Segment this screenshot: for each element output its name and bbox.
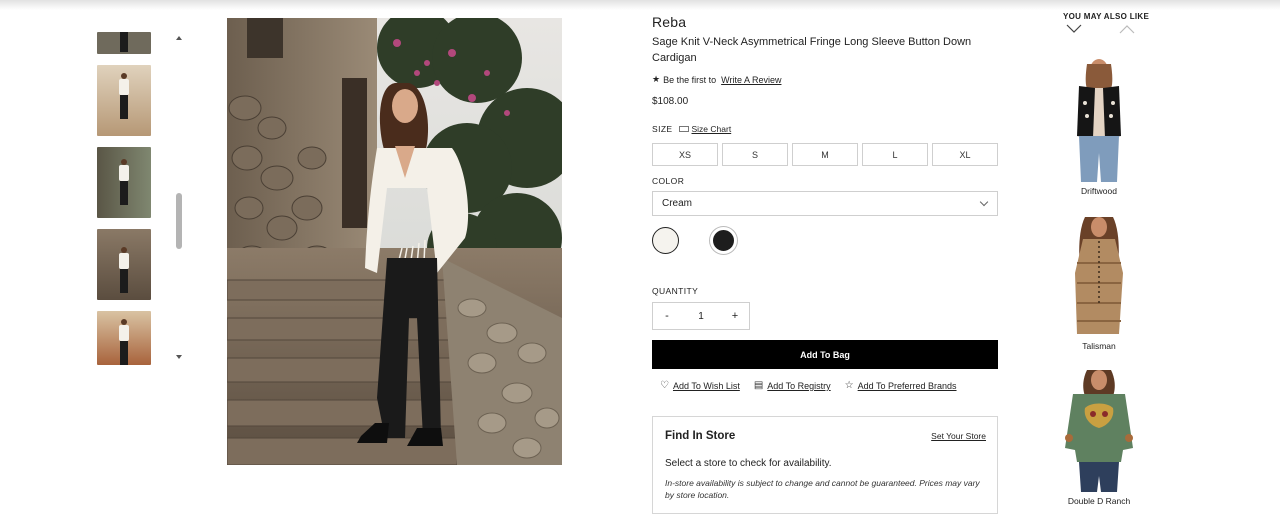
quantity-stepper: - 1 + (652, 302, 750, 330)
top-shadow (0, 0, 1280, 10)
color-selected-value: Cream (662, 198, 693, 209)
star-outline-icon: ☆ (844, 380, 854, 391)
recommendation-image[interactable] (1057, 213, 1141, 337)
product-name: Sage Knit V-Neck Asymmetrical Fringe Lon… (652, 36, 972, 64)
recommendation-item[interactable]: Double D Ranch (1057, 368, 1141, 506)
size-xl-button[interactable]: XL (932, 143, 998, 166)
quantity-value[interactable]: 1 (681, 311, 721, 322)
preferred-brands-label: Add To Preferred Brands (857, 381, 957, 391)
size-xs-button[interactable]: XS (652, 143, 718, 166)
size-section-label: SIZE Size Chart (652, 124, 731, 134)
recommendation-name: Double D Ranch (1067, 496, 1131, 506)
star-icon: ★ (652, 74, 661, 84)
thumbnail-3[interactable] (97, 147, 151, 218)
size-s-button[interactable]: S (722, 143, 788, 166)
thumbnail-5[interactable] (97, 311, 151, 365)
chevron-down-icon (979, 197, 989, 207)
add-to-preferred-brands-link[interactable]: ☆ Add To Preferred Brands (844, 380, 957, 392)
recommendation-image[interactable] (1057, 368, 1141, 492)
recommendation-name: Driftwood (1081, 186, 1117, 196)
find-in-store-title: Find In Store (665, 430, 736, 442)
chevron-up-icon[interactable] (1119, 24, 1135, 34)
recommendation-image[interactable] (1057, 58, 1141, 182)
heart-icon: ♡ (660, 380, 669, 391)
add-to-bag-button[interactable]: Add To Bag (652, 340, 998, 369)
recommendation-item[interactable]: Talisman (1057, 213, 1141, 351)
thumbnail-1[interactable] (97, 32, 151, 54)
scroll-up-arrow-icon[interactable] (176, 36, 182, 40)
product-price: $108.00 (652, 96, 689, 107)
quantity-decrease-button[interactable]: - (653, 303, 681, 329)
size-chart-link[interactable]: Size Chart (678, 124, 732, 134)
add-to-registry-link[interactable]: ▤ Add To Registry (753, 380, 831, 392)
thumbnail-rail (97, 32, 187, 367)
color-swatch-black[interactable] (710, 227, 737, 254)
review-prefix: Be the first to (663, 74, 717, 85)
scrollbar-handle[interactable] (176, 193, 182, 249)
gift-icon: ▤ (753, 380, 764, 391)
registry-label: Add To Registry (767, 381, 831, 391)
color-label: COLOR (652, 176, 685, 186)
find-in-store-panel: Find In Store Set Your Store Select a st… (652, 416, 998, 514)
recommendation-name: Talisman (1082, 341, 1116, 351)
color-swatch-cream[interactable] (652, 227, 679, 254)
size-m-button[interactable]: M (792, 143, 858, 166)
color-dropdown[interactable]: Cream (652, 191, 998, 216)
chevron-down-icon[interactable] (1066, 24, 1082, 34)
set-your-store-link[interactable]: Set Your Store (931, 431, 986, 441)
quantity-increase-button[interactable]: + (721, 303, 749, 329)
review-line: ★ Be the first to Write A Review (652, 74, 781, 85)
brand-name[interactable]: Reba (652, 14, 686, 30)
size-options: XS S M L XL (652, 143, 998, 166)
thumbnail-4[interactable] (97, 229, 151, 300)
quantity-label: QUANTITY (652, 286, 699, 296)
size-l-button[interactable]: L (862, 143, 928, 166)
thumbnail-scrollbar[interactable] (176, 32, 182, 362)
scroll-down-arrow-icon[interactable] (176, 355, 182, 359)
main-product-image[interactable] (227, 18, 562, 465)
recommendations-title: YOU MAY ALSO LIKE (1063, 12, 1150, 21)
ruler-icon (678, 126, 689, 132)
store-disclaimer: In-store availability is subject to chan… (665, 478, 980, 500)
size-label: SIZE (652, 124, 673, 134)
recommendation-item[interactable]: Driftwood (1057, 58, 1141, 196)
size-chart-label: Size Chart (691, 124, 732, 134)
secondary-actions: ♡ Add To Wish List ▤ Add To Registry ☆ A… (660, 380, 957, 392)
store-availability-message: Select a store to check for availability… (665, 458, 832, 469)
wish-list-label: Add To Wish List (672, 381, 740, 391)
thumbnail-2[interactable] (97, 65, 151, 136)
write-review-link[interactable]: Write A Review (721, 75, 781, 85)
add-to-wish-list-link[interactable]: ♡ Add To Wish List (660, 380, 740, 392)
